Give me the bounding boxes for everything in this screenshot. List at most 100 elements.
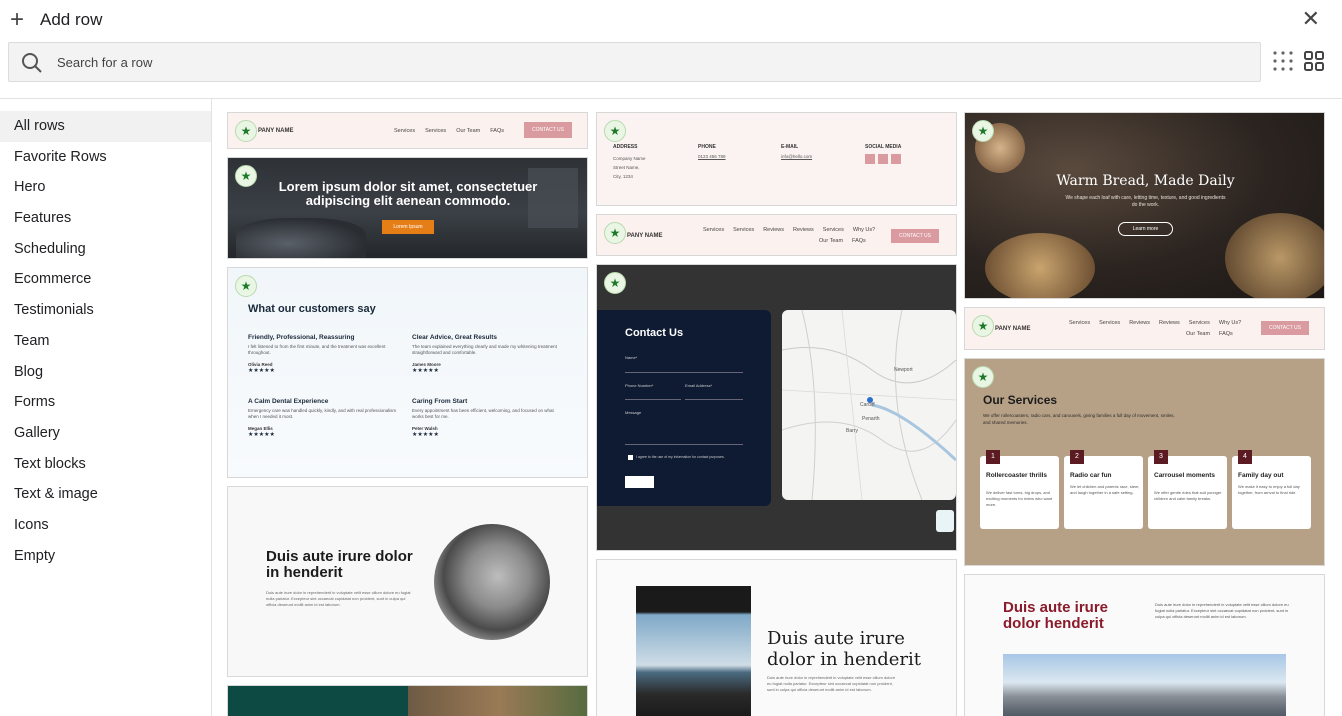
bread-image — [985, 233, 1095, 298]
hero-heading: Lorem ipsum dolor sit amet, consectetuer… — [278, 179, 538, 208]
sidebar-item-team[interactable]: Team — [0, 326, 211, 357]
row-template-grid: ★ PANY NAME Services Services Our Team F… — [213, 99, 1342, 716]
sidebar-item-blog[interactable]: Blog — [0, 357, 211, 388]
plus-icon: + — [10, 6, 25, 33]
sidebar-item-features[interactable]: Features — [0, 203, 211, 234]
message-label: Message — [625, 410, 642, 415]
sidebar-item-hero[interactable]: Hero — [0, 172, 211, 203]
name-label: Name* — [625, 355, 638, 360]
row-template-card[interactable]: ★ What our customers say Friendly, Profe… — [227, 267, 588, 478]
row-template-card[interactable]: Duis aute irure dolor in henderit Duis a… — [596, 559, 957, 716]
favorite-star-icon[interactable]: ★ — [604, 222, 626, 244]
row-template-card[interactable]: Duis aute irure dolor henderit Duis aute… — [964, 574, 1325, 716]
favorite-star-icon[interactable]: ★ — [235, 275, 257, 297]
bakery-button: Learn more — [1118, 222, 1173, 236]
sidebar-item-text-and-image[interactable]: Text & image — [0, 479, 211, 510]
sidebar-item-testimonials[interactable]: Testimonials — [0, 295, 211, 326]
section-body: Duis aute irure dolor in reprehenderit i… — [266, 590, 411, 607]
sidebar-item-favorite-rows[interactable]: Favorite Rows — [0, 142, 211, 173]
section-heading: Duis aute irure dolor in henderit — [266, 548, 413, 581]
email-field — [685, 399, 743, 400]
row-template-card[interactable]: ★ PANY NAME Services Services Reviews Re… — [964, 307, 1325, 350]
contact-col: ADDRESS Company Name Street Name, City, … — [613, 144, 646, 179]
contact-col: SOCIAL MEDIA — [865, 144, 945, 164]
facebook-icon — [865, 154, 875, 164]
row-template-card[interactable]: ★ Warm Bread, Made Daily We shape each l… — [964, 112, 1325, 299]
sidebar-item-empty[interactable]: Empty — [0, 541, 211, 572]
sidebar-item-all-rows[interactable]: All rows — [0, 111, 211, 142]
sidebar-item-text-blocks[interactable]: Text blocks — [0, 449, 211, 480]
favorite-star-icon[interactable]: ★ — [235, 120, 257, 142]
row-template-card[interactable]: Duis aute irure dolor in henderit Duis a… — [227, 486, 588, 677]
section-heading: Duis aute irure dolor henderit — [1003, 599, 1109, 632]
nav-links-row-2: Our Team FAQs — [819, 238, 866, 244]
youtube-icon — [891, 154, 901, 164]
recaptcha-badge-icon — [936, 510, 954, 532]
row-template-card[interactable]: ★ PANY NAME Services Services Our Team F… — [227, 112, 588, 149]
section-heading: Duis aute irure dolor in henderit — [767, 628, 921, 670]
category-sidebar: All rows Favorite Rows Hero Features Sch… — [0, 98, 212, 716]
nav-links: Services Services Reviews Reviews Servic… — [1069, 320, 1242, 326]
contact-col: E-MAIL info@hello.com — [781, 144, 813, 159]
row-template-card[interactable] — [227, 685, 588, 716]
email-label: Email Address* — [685, 383, 713, 388]
favorite-star-icon[interactable]: ★ — [972, 366, 994, 388]
rating-stars: ★★★★★ — [248, 432, 275, 438]
car-image — [236, 218, 366, 258]
dialog-header: + Add row ✕ — [0, 0, 1342, 40]
phone-field — [625, 399, 681, 400]
row-template-card[interactable]: ★ Contact Us Name* Phone Number* Email A… — [596, 264, 957, 551]
testimonial-item: A Calm Dental Experience Emergency care … — [248, 398, 397, 438]
contact-form-panel: Contact Us Name* Phone Number* Email Add… — [597, 310, 771, 506]
sidebar-item-icons[interactable]: Icons — [0, 510, 211, 541]
coffee-machine-image — [434, 524, 550, 640]
sidebar-item-forms[interactable]: Forms — [0, 387, 211, 418]
bakery-heading: Warm Bread, Made Daily — [1056, 173, 1235, 189]
form-heading: Contact Us — [625, 327, 684, 339]
favorite-star-icon[interactable]: ★ — [604, 272, 626, 294]
favorite-star-icon[interactable]: ★ — [604, 120, 626, 142]
nav-contact-button: CONTACT US — [1261, 321, 1309, 335]
row-template-card[interactable]: ★ PANY NAME Services Services Reviews Re… — [596, 214, 957, 256]
services-subtitle: We offer rollercoasters, radio cars, and… — [983, 413, 1175, 425]
bakery-subtitle: We shape each loaf with care, letting ti… — [1065, 195, 1226, 208]
nav-logo-text: PANY NAME — [995, 326, 1031, 332]
service-card: 4 Family day out We make it easy to enjo… — [1232, 450, 1311, 529]
nav-links: Services Services Reviews Reviews Servic… — [703, 227, 876, 233]
row-template-card[interactable]: ★ Our Services We offer rollercoasters, … — [964, 358, 1325, 566]
contact-col: PHONE 0123 456 789 — [698, 144, 726, 159]
nav-logo-text: PANY NAME — [627, 233, 663, 239]
search-icon — [22, 53, 42, 73]
favorite-star-icon[interactable]: ★ — [972, 120, 994, 142]
small-grid-view-icon[interactable] — [1272, 50, 1296, 74]
nav-contact-button: CONTACT US — [891, 229, 939, 243]
testimonial-item: Caring From Start Every appointment has … — [412, 398, 562, 438]
social-icons — [865, 154, 945, 164]
name-field — [625, 372, 743, 373]
sidebar-item-scheduling[interactable]: Scheduling — [0, 234, 211, 265]
service-card: 1 Rollercoaster thrills We deliver fast … — [980, 450, 1059, 529]
favorite-star-icon[interactable]: ★ — [235, 165, 257, 187]
search-input[interactable] — [57, 43, 1237, 81]
large-grid-view-icon[interactable] — [1303, 50, 1327, 74]
close-icon[interactable]: ✕ — [1302, 6, 1320, 32]
phone-label: Phone Number* — [625, 383, 654, 388]
message-field — [625, 444, 743, 445]
favorite-star-icon[interactable]: ★ — [972, 315, 994, 337]
nav-links: Services Services Our Team FAQs — [394, 128, 504, 134]
rating-stars: ★★★★★ — [412, 368, 439, 374]
row-template-card[interactable]: ★ Lorem ipsum dolor sit amet, consectetu… — [227, 157, 588, 259]
sidebar-item-gallery[interactable]: Gallery — [0, 418, 211, 449]
dialog-title: Add row — [40, 10, 103, 29]
submit-button — [625, 476, 654, 488]
map: Newport Cardiff Penarth Barry — [782, 310, 956, 500]
sidebar-item-ecommerce[interactable]: Ecommerce — [0, 264, 211, 295]
row-template-card[interactable]: ★ ADDRESS Company Name Street Name, City… — [596, 112, 957, 206]
services-heading: Our Services — [983, 393, 1058, 407]
testimonial-item: Friendly, Professional, Reassuring I fel… — [248, 334, 398, 374]
rating-stars: ★★★★★ — [412, 432, 439, 438]
nav-logo-text: PANY NAME — [258, 128, 294, 134]
testimonial-item: Clear Advice, Great Results The team exp… — [412, 334, 562, 374]
hero-button: Lorem Ipsum — [382, 220, 434, 234]
rating-stars: ★★★★★ — [248, 368, 275, 374]
